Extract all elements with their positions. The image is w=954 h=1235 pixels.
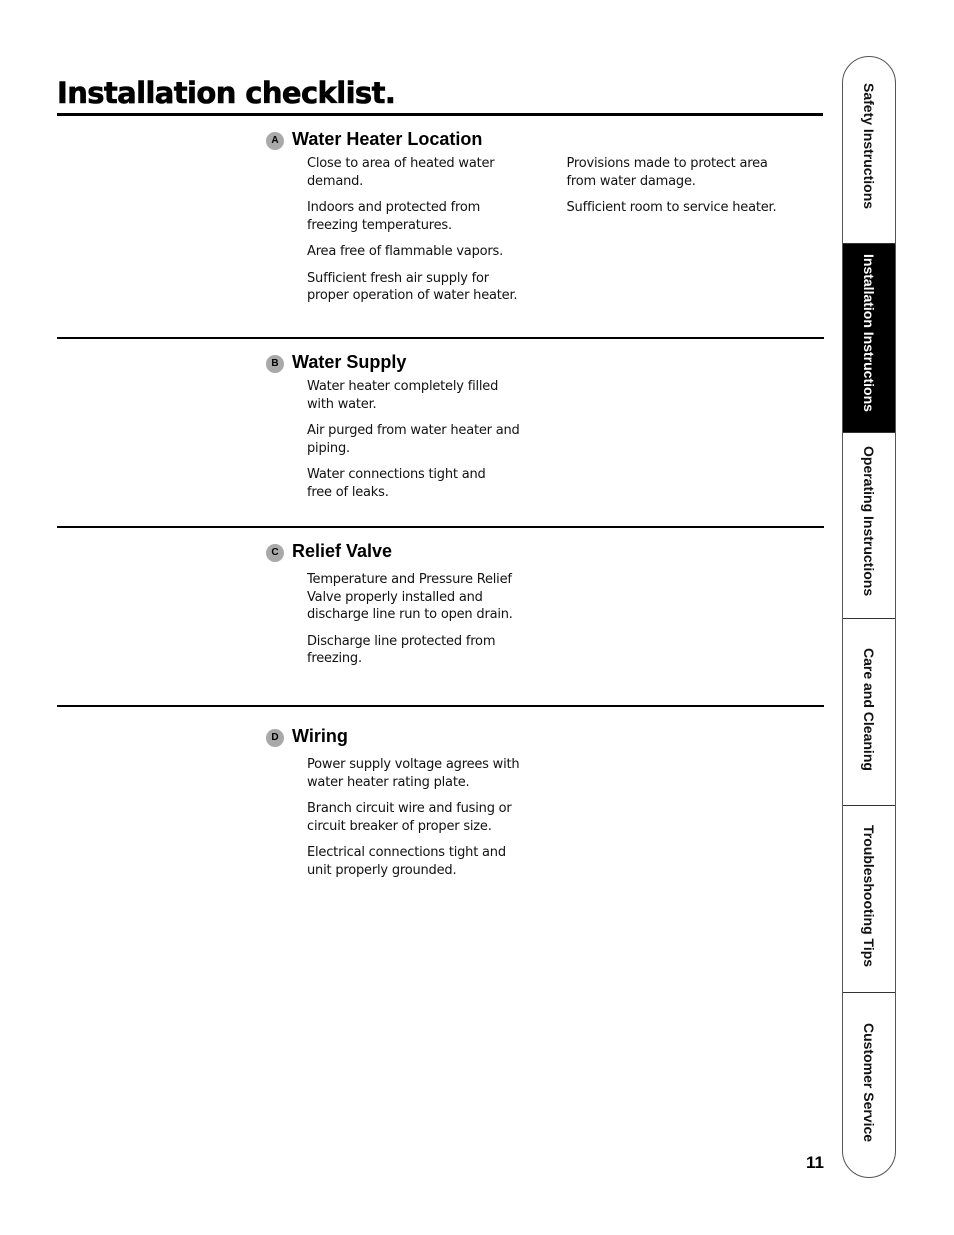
checklist-column: Temperature and Pressure Relief Valve pr… bbox=[307, 571, 597, 677]
checklist-item: Electrical connections tight and unit pr… bbox=[307, 845, 506, 878]
tab-label: Troubleshooting Tips bbox=[861, 825, 877, 968]
checklist-item: Area free of flammable vapors. bbox=[307, 244, 504, 259]
checklist-item: Air purged from water heater and piping. bbox=[307, 423, 520, 456]
checklist-item: Temperature and Pressure Relief Valve pr… bbox=[307, 572, 513, 622]
section-water-supply: B Water Supply Water heater completely f… bbox=[266, 351, 826, 510]
checklist-column: Water heater completely filled with wate… bbox=[307, 378, 597, 510]
side-tab-strip: Safety Instructions Installation Instruc… bbox=[842, 56, 896, 1178]
page-number: 11 bbox=[806, 1153, 824, 1172]
letter-b-badge-icon: B bbox=[266, 354, 284, 373]
tab-troubleshooting-tips[interactable]: Troubleshooting Tips bbox=[843, 805, 895, 992]
section-relief-valve: C Relief Valve Temperature and Pressure … bbox=[266, 540, 826, 677]
section-header: B Water Supply bbox=[266, 351, 826, 373]
section-title: Water Heater Location bbox=[292, 128, 483, 149]
checklist-column: Provisions made to protect area from wat… bbox=[567, 155, 827, 314]
section-header: D Wiring bbox=[266, 725, 826, 747]
tab-safety-instructions[interactable]: Safety Instructions bbox=[843, 57, 895, 243]
tab-installation-instructions[interactable]: Installation Instructions bbox=[843, 243, 895, 432]
section-divider bbox=[57, 337, 824, 339]
checklist-column: Power supply voltage agrees with water h… bbox=[307, 756, 597, 888]
checklist-item: Indoors and protected from freezing temp… bbox=[307, 200, 481, 233]
section-title: Relief Valve bbox=[292, 540, 393, 561]
letter-c-badge-icon: C bbox=[266, 543, 284, 562]
letter-d-badge-icon: D bbox=[266, 728, 284, 747]
section-divider bbox=[57, 705, 824, 707]
tab-care-and-cleaning[interactable]: Care and Cleaning bbox=[843, 618, 895, 805]
tab-customer-service[interactable]: Customer Service bbox=[843, 992, 895, 1177]
checklist-item: Close to area of heated water demand. bbox=[307, 156, 495, 189]
checklist-item: Sufficient fresh air supply for proper o… bbox=[307, 270, 518, 304]
tab-operating-instructions[interactable]: Operating Instructions bbox=[843, 432, 895, 618]
tab-label: Operating Instructions bbox=[861, 446, 877, 597]
tab-label: Installation Instructions bbox=[861, 254, 877, 412]
checklist-item: Water connections tight and free of leak… bbox=[307, 467, 486, 500]
tab-label: Customer Service bbox=[861, 1023, 877, 1143]
section-title: Water Supply bbox=[292, 351, 407, 372]
tab-label: Safety Instructions bbox=[861, 83, 877, 210]
title-rule bbox=[57, 113, 823, 116]
tab-label: Care and Cleaning bbox=[861, 648, 877, 771]
checklist-column: Close to area of heated water demand. In… bbox=[307, 155, 567, 314]
section-header: A Water Heater Location bbox=[266, 128, 826, 150]
section-title: Wiring bbox=[292, 725, 348, 746]
checklist-item: Branch circuit wire and fusing or circui… bbox=[307, 801, 512, 834]
letter-a-badge-icon: A bbox=[266, 131, 284, 150]
section-wiring: D Wiring Power supply voltage agrees wit… bbox=[266, 725, 826, 888]
page-title: Installation checklist. bbox=[57, 76, 396, 111]
checklist-item: Discharge line protected from freezing. bbox=[307, 633, 496, 667]
section-water-heater-location: A Water Heater Location Close to area of… bbox=[266, 128, 826, 314]
checklist-item: Water heater completely filled with wate… bbox=[307, 379, 499, 412]
checklist-item: Power supply voltage agrees with water h… bbox=[307, 757, 520, 790]
section-divider bbox=[57, 526, 824, 528]
checklist-item: Sufficient room to service heater. bbox=[566, 200, 777, 215]
checklist-item: Provisions made to protect area from wat… bbox=[566, 156, 768, 189]
section-header: C Relief Valve bbox=[266, 540, 826, 562]
